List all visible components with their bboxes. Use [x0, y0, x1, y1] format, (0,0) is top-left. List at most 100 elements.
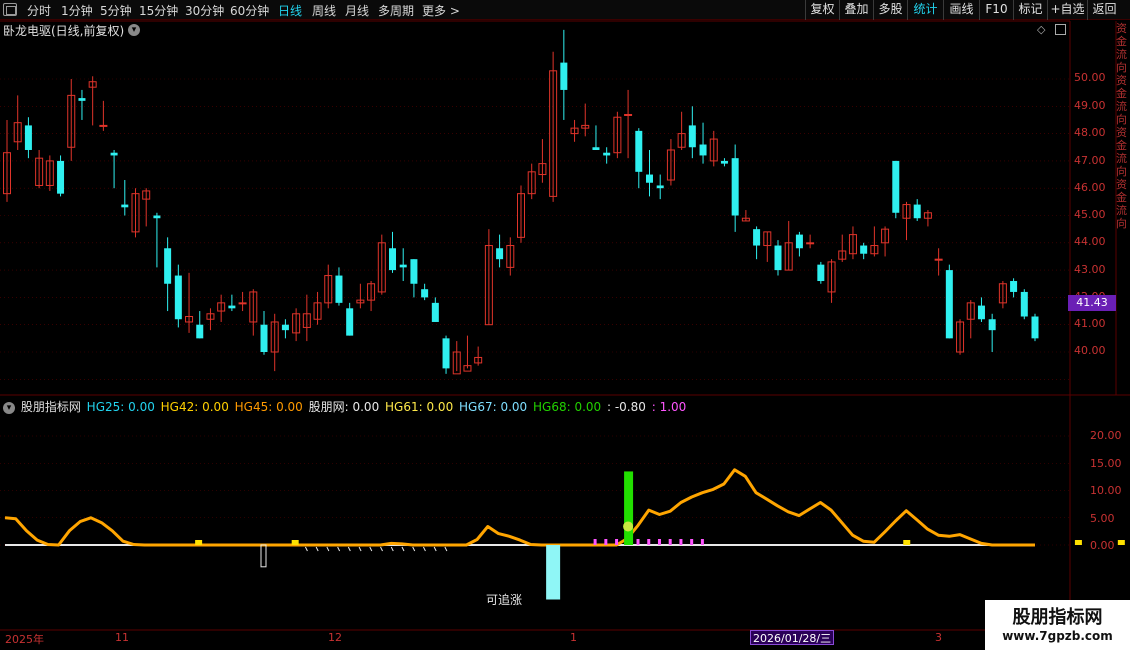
- watermark-title: 股朋指标网: [1012, 607, 1103, 628]
- candle-body: [731, 158, 739, 216]
- yellow-marker: [1074, 540, 1082, 545]
- candle-body: [624, 113, 633, 116]
- yellow-marker: [1117, 540, 1125, 545]
- chevron-down-icon[interactable]: ▾: [3, 401, 15, 414]
- dash-marker: [369, 546, 373, 552]
- period-tab-60min[interactable]: 60分钟: [230, 2, 269, 19]
- signal-dot: [623, 521, 634, 532]
- diamond-icon[interactable]: ◇: [1037, 23, 1045, 36]
- candle-body: [806, 242, 815, 245]
- candle-body: [346, 308, 354, 336]
- period-tab-daily[interactable]: 日线: [278, 2, 302, 19]
- date-label: 1: [570, 631, 577, 644]
- period-tab-5min[interactable]: 5分钟: [100, 2, 132, 19]
- indicator-values: HG25: 0.00 HG42: 0.00 HG45: 0.00 股朋网: 0.…: [87, 400, 689, 414]
- price-tick: 41.00: [1074, 317, 1106, 330]
- dash-marker: [337, 546, 341, 552]
- chart-canvas[interactable]: [0, 0, 1130, 650]
- price-tick: 47.00: [1074, 154, 1106, 167]
- candle-body: [410, 259, 418, 284]
- stats-button[interactable]: 统计: [907, 0, 943, 20]
- dash-marker: [444, 546, 448, 552]
- period-tab-more[interactable]: 更多 >: [422, 2, 460, 19]
- period-tab-1min[interactable]: 1分钟: [61, 2, 93, 19]
- period-tab-monthly[interactable]: 月线: [345, 2, 369, 19]
- candle-body: [560, 62, 568, 90]
- indicator-tick: 5.00: [1090, 512, 1115, 525]
- price-tick: 45.00: [1074, 208, 1106, 221]
- candle-body: [121, 204, 129, 208]
- candle-body: [753, 229, 761, 246]
- period-tab-30min[interactable]: 30分钟: [185, 2, 224, 19]
- indicator-value: HG45: 0.00: [234, 400, 307, 414]
- mark-button[interactable]: 标记: [1013, 0, 1047, 20]
- dash-marker: [433, 546, 437, 552]
- candle-body: [442, 338, 450, 369]
- indicator-tick: 15.00: [1090, 457, 1122, 470]
- dash-marker: [422, 546, 426, 552]
- candle-body: [592, 147, 600, 150]
- back-button[interactable]: 返回: [1087, 0, 1121, 20]
- candle-body: [977, 305, 985, 320]
- candle-body: [795, 234, 803, 249]
- signal-label: 可追涨: [486, 593, 523, 607]
- indicator-tick: 10.00: [1090, 484, 1122, 497]
- candle-body: [774, 245, 782, 271]
- candle-body: [945, 270, 953, 339]
- period-tab-weekly[interactable]: 周线: [312, 2, 336, 19]
- yellow-marker: [903, 540, 911, 545]
- candle-body: [656, 185, 664, 189]
- period-tab-multi[interactable]: 多周期: [378, 2, 414, 19]
- candle-body: [699, 144, 707, 156]
- candle-body: [196, 324, 204, 339]
- candle-body: [635, 130, 643, 172]
- magenta-marker: [690, 539, 694, 545]
- date-label: 12: [328, 631, 342, 644]
- period-tab-15min[interactable]: 15分钟: [139, 2, 178, 19]
- magenta-marker: [604, 539, 608, 545]
- green-signal-bar: [624, 471, 634, 545]
- candle-body: [24, 125, 32, 150]
- yellow-marker: [195, 540, 203, 545]
- menu-icon[interactable]: [3, 3, 17, 16]
- candle-body: [1020, 291, 1028, 317]
- adjust-button[interactable]: 复权: [805, 0, 839, 20]
- dash-marker: [401, 546, 405, 552]
- indicator-legend: ▾ 股朋指标网 HG25: 0.00 HG42: 0.00 HG45: 0.00…: [3, 398, 690, 415]
- indicator-name[interactable]: 股朋指标网: [21, 400, 81, 414]
- side-info-strip[interactable]: 资金流向资金流向资金流向资金流向: [1116, 22, 1130, 392]
- candle-body: [496, 248, 504, 260]
- price-tick: 50.00: [1074, 71, 1106, 84]
- date-label: 3: [935, 631, 942, 644]
- date-label: 11: [115, 631, 129, 644]
- magenta-marker: [593, 539, 597, 545]
- candle-body: [260, 324, 268, 352]
- candle-body: [399, 264, 407, 268]
- candle-body: [431, 302, 439, 322]
- indicator-value: : 1.00: [651, 400, 687, 414]
- magenta-marker: [700, 539, 704, 545]
- draw-line-button[interactable]: 画线: [943, 0, 979, 20]
- dash-marker: [304, 546, 308, 552]
- magenta-marker: [657, 539, 661, 545]
- indicator-value: 股朋网: 0.00: [308, 400, 384, 414]
- candle-body: [281, 324, 289, 331]
- magenta-marker: [679, 539, 683, 545]
- chevron-down-icon[interactable]: ▾: [128, 24, 140, 36]
- price-tick: 48.00: [1074, 126, 1106, 139]
- candle-body: [110, 152, 118, 156]
- overlay-button[interactable]: 叠加: [839, 0, 873, 20]
- candle-body: [934, 258, 943, 261]
- watermark-logo: 股朋指标网 www.7gpzb.com: [985, 600, 1130, 650]
- candle-body: [164, 248, 172, 284]
- candle-body: [1031, 316, 1039, 339]
- period-tab-timeshare[interactable]: 分时: [27, 2, 51, 19]
- candle-body: [988, 319, 996, 331]
- window-toggle-icon[interactable]: [1055, 24, 1066, 35]
- watermark-url: www.7gpzb.com: [1002, 629, 1113, 643]
- multi-stock-button[interactable]: 多股: [873, 0, 907, 20]
- add-watchlist-button[interactable]: +自选: [1047, 0, 1087, 20]
- candle-body: [238, 302, 247, 305]
- f10-button[interactable]: F10: [979, 0, 1013, 20]
- dash-marker: [347, 546, 351, 552]
